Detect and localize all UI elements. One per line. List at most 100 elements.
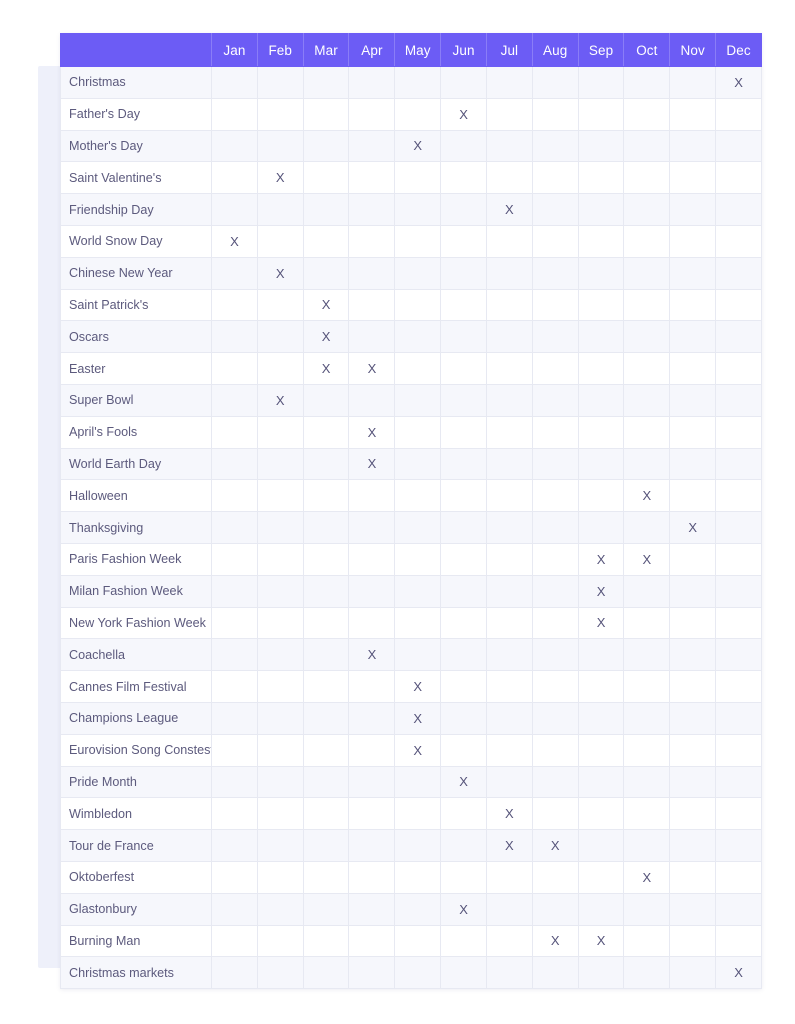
cell-jun[interactable] [440, 129, 487, 163]
cell-aug[interactable] [531, 701, 579, 735]
cell-aug[interactable] [531, 892, 579, 926]
cell-jun[interactable]: X [440, 765, 487, 799]
header-cell-month-dec[interactable]: Dec [715, 33, 762, 67]
cell-may[interactable] [394, 224, 442, 258]
cell-dec[interactable] [715, 415, 762, 449]
cell-jan[interactable] [211, 956, 258, 990]
cell-sep[interactable] [577, 352, 625, 385]
cell-mar[interactable] [302, 670, 350, 703]
cell-jun[interactable] [440, 415, 487, 449]
cell-mar[interactable] [302, 924, 350, 958]
cell-sep[interactable] [577, 956, 625, 990]
cell-may[interactable] [394, 574, 442, 608]
cell-dec[interactable] [715, 829, 762, 862]
cell-dec[interactable] [715, 574, 762, 608]
cell-jan[interactable] [211, 733, 258, 767]
cell-nov[interactable] [669, 383, 717, 417]
cell-jun[interactable] [440, 956, 487, 990]
cell-feb[interactable]: X [256, 383, 304, 417]
cell-nov[interactable] [669, 542, 717, 576]
cell-dec[interactable]: X [715, 956, 762, 990]
cell-nov[interactable] [669, 670, 717, 703]
cell-may[interactable] [394, 256, 442, 290]
cell-sep[interactable] [577, 66, 625, 99]
cell-may[interactable] [394, 383, 442, 417]
cell-jul[interactable] [485, 352, 533, 385]
cell-oct[interactable] [623, 511, 671, 544]
header-cell-month-may[interactable]: May [394, 33, 442, 67]
cell-aug[interactable] [531, 383, 579, 417]
cell-mar[interactable] [302, 97, 350, 131]
cell-feb[interactable] [256, 193, 304, 226]
cell-sep[interactable] [577, 892, 625, 926]
cell-dec[interactable] [715, 97, 762, 131]
header-cell-month-jul[interactable]: Jul [485, 33, 533, 67]
cell-aug[interactable] [531, 320, 579, 354]
cell-apr[interactable] [348, 701, 396, 735]
cell-oct[interactable] [623, 829, 671, 862]
cell-feb[interactable] [256, 129, 304, 163]
cell-nov[interactable] [669, 320, 717, 354]
cell-nov[interactable] [669, 224, 717, 258]
cell-nov[interactable] [669, 606, 717, 640]
cell-may[interactable] [394, 161, 442, 195]
cell-sep[interactable] [577, 479, 625, 513]
cell-jan[interactable] [211, 193, 258, 226]
cell-mar[interactable]: X [302, 352, 350, 385]
cell-may[interactable] [394, 193, 442, 226]
cell-apr[interactable] [348, 97, 396, 131]
cell-may[interactable]: X [394, 129, 442, 163]
cell-dec[interactable] [715, 479, 762, 513]
cell-jun[interactable]: X [440, 892, 487, 926]
cell-aug[interactable] [531, 606, 579, 640]
cell-may[interactable] [394, 542, 442, 576]
cell-oct[interactable] [623, 765, 671, 799]
cell-jul[interactable] [485, 288, 533, 322]
cell-sep[interactable] [577, 511, 625, 544]
cell-feb[interactable] [256, 829, 304, 862]
cell-oct[interactable] [623, 161, 671, 195]
cell-jul[interactable]: X [485, 829, 533, 862]
cell-jan[interactable] [211, 320, 258, 354]
cell-feb[interactable] [256, 574, 304, 608]
cell-feb[interactable] [256, 511, 304, 544]
cell-nov[interactable] [669, 574, 717, 608]
cell-nov[interactable] [669, 956, 717, 990]
cell-dec[interactable] [715, 638, 762, 672]
cell-jul[interactable] [485, 924, 533, 958]
cell-mar[interactable] [302, 511, 350, 544]
cell-oct[interactable] [623, 606, 671, 640]
cell-aug[interactable] [531, 66, 579, 99]
cell-may[interactable] [394, 320, 442, 354]
cell-dec[interactable] [715, 765, 762, 799]
cell-jul[interactable] [485, 97, 533, 131]
cell-mar[interactable] [302, 701, 350, 735]
cell-dec[interactable] [715, 797, 762, 831]
cell-oct[interactable] [623, 924, 671, 958]
cell-oct[interactable] [623, 733, 671, 767]
cell-apr[interactable] [348, 193, 396, 226]
cell-mar[interactable]: X [302, 320, 350, 354]
cell-dec[interactable] [715, 288, 762, 322]
cell-sep[interactable] [577, 224, 625, 258]
cell-jul[interactable] [485, 606, 533, 640]
cell-jan[interactable] [211, 352, 258, 385]
cell-nov[interactable] [669, 256, 717, 290]
cell-jan[interactable] [211, 542, 258, 576]
cell-dec[interactable] [715, 606, 762, 640]
cell-sep[interactable]: X [577, 606, 625, 640]
cell-feb[interactable] [256, 956, 304, 990]
cell-aug[interactable] [531, 97, 579, 131]
header-cell-month-jun[interactable]: Jun [440, 33, 487, 67]
cell-dec[interactable] [715, 542, 762, 576]
cell-may[interactable] [394, 797, 442, 831]
cell-jul[interactable]: X [485, 797, 533, 831]
cell-aug[interactable] [531, 415, 579, 449]
cell-feb[interactable] [256, 320, 304, 354]
cell-jun[interactable] [440, 193, 487, 226]
cell-jul[interactable] [485, 638, 533, 672]
cell-mar[interactable] [302, 860, 350, 894]
cell-feb[interactable] [256, 66, 304, 99]
cell-may[interactable] [394, 97, 442, 131]
cell-oct[interactable] [623, 447, 671, 481]
